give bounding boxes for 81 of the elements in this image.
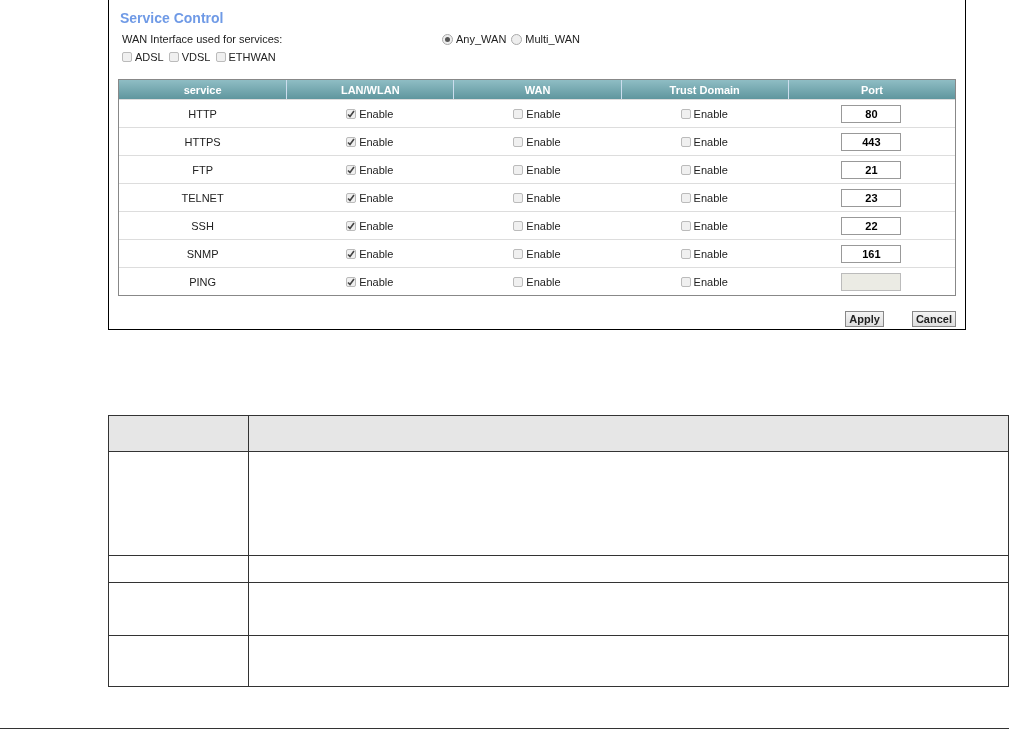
checkbox[interactable]: [680, 136, 691, 147]
checkbox[interactable]: [215, 52, 226, 62]
service-name: HTTPS: [183, 134, 222, 150]
checkbox-label: Enable: [693, 191, 728, 204]
checkbox-label: Enable: [526, 191, 561, 204]
checkbox[interactable]: [346, 164, 357, 175]
column-header: Port: [787, 80, 955, 99]
checkbox[interactable]: [346, 220, 357, 231]
column-header: service: [182, 82, 223, 98]
checkbox-label: Enable: [526, 107, 561, 120]
checkbox[interactable]: [168, 52, 179, 62]
checkbox[interactable]: [513, 220, 524, 231]
checkbox-label: Enable: [359, 219, 394, 232]
checkbox-label: Enable: [359, 191, 394, 204]
checkbox-label: ETHWAN: [228, 51, 276, 63]
check-icon: [347, 221, 356, 230]
checkbox[interactable]: [346, 136, 357, 147]
checkbox-label: Enable: [526, 219, 561, 232]
checkbox[interactable]: [680, 248, 691, 259]
checkbox[interactable]: [346, 276, 357, 287]
checkbox[interactable]: [680, 220, 691, 231]
port-field[interactable]: 80: [841, 104, 902, 123]
panel-title: Service Control: [120, 10, 225, 28]
checkbox-label: Enable: [693, 163, 728, 176]
service-name: SSH: [190, 218, 215, 234]
checkbox-label: Enable: [359, 247, 394, 260]
checkbox-label: Enable: [693, 107, 728, 120]
service-name: SNMP: [185, 246, 220, 262]
checkbox-label: Enable: [693, 219, 728, 232]
column-header: LAN/WLAN: [286, 80, 454, 99]
checkbox[interactable]: [680, 108, 691, 119]
checkbox-label: Enable: [359, 107, 394, 120]
port-field[interactable]: 23: [841, 188, 902, 207]
radio-button[interactable]: [511, 33, 523, 45]
checkbox[interactable]: [513, 276, 524, 287]
wan-label: WAN Interface used for services:: [122, 33, 284, 45]
check-icon: [347, 277, 356, 286]
column-header: WAN: [453, 80, 621, 99]
checkbox[interactable]: [680, 192, 691, 203]
checkbox[interactable]: [346, 108, 357, 119]
check-icon: [347, 193, 356, 202]
checkbox-label: VDSL: [181, 51, 211, 63]
checkbox-label: Enable: [359, 275, 394, 288]
checkbox[interactable]: [513, 108, 524, 119]
port-field[interactable]: 443: [841, 132, 902, 151]
column-header: Trust Domain: [620, 80, 788, 99]
service-name: TELNET: [180, 190, 225, 206]
checkbox[interactable]: [122, 52, 132, 62]
checkbox[interactable]: [346, 248, 357, 259]
checkbox-label: Enable: [526, 247, 561, 260]
radio-label: Multi_WAN: [525, 33, 580, 45]
checkbox[interactable]: [680, 276, 691, 287]
checkbox[interactable]: [513, 192, 524, 203]
cancel-button[interactable]: Cancel: [911, 311, 956, 327]
radio-label: Any_WAN: [456, 33, 507, 45]
checkbox-label: Enable: [359, 135, 394, 148]
port-field[interactable]: 22: [841, 216, 902, 235]
checkbox-label: Enable: [526, 275, 561, 288]
check-icon: [347, 137, 356, 146]
port-field[interactable]: 21: [841, 160, 902, 179]
apply-button[interactable]: Apply: [845, 311, 884, 327]
checkbox-label: Enable: [526, 163, 561, 176]
radio-button[interactable]: [442, 33, 453, 45]
checkbox-label: ADSL: [135, 51, 164, 63]
checkbox[interactable]: [513, 136, 524, 147]
checkbox[interactable]: [513, 164, 524, 175]
checkbox-label: Enable: [693, 135, 728, 148]
service-name: PING: [188, 274, 218, 290]
check-icon: [347, 249, 356, 258]
checkbox[interactable]: [346, 192, 357, 203]
checkbox-label: Enable: [693, 247, 728, 260]
checkbox[interactable]: [680, 164, 691, 175]
service-name: HTTP: [187, 106, 218, 122]
service-name: FTP: [191, 162, 214, 178]
check-icon: [347, 165, 356, 174]
checkbox-label: Enable: [693, 275, 728, 288]
checkbox-label: Enable: [526, 135, 561, 148]
check-icon: [347, 109, 356, 118]
checkbox[interactable]: [513, 248, 524, 259]
port-field[interactable]: 161: [841, 244, 902, 263]
checkbox-label: Enable: [359, 163, 394, 176]
